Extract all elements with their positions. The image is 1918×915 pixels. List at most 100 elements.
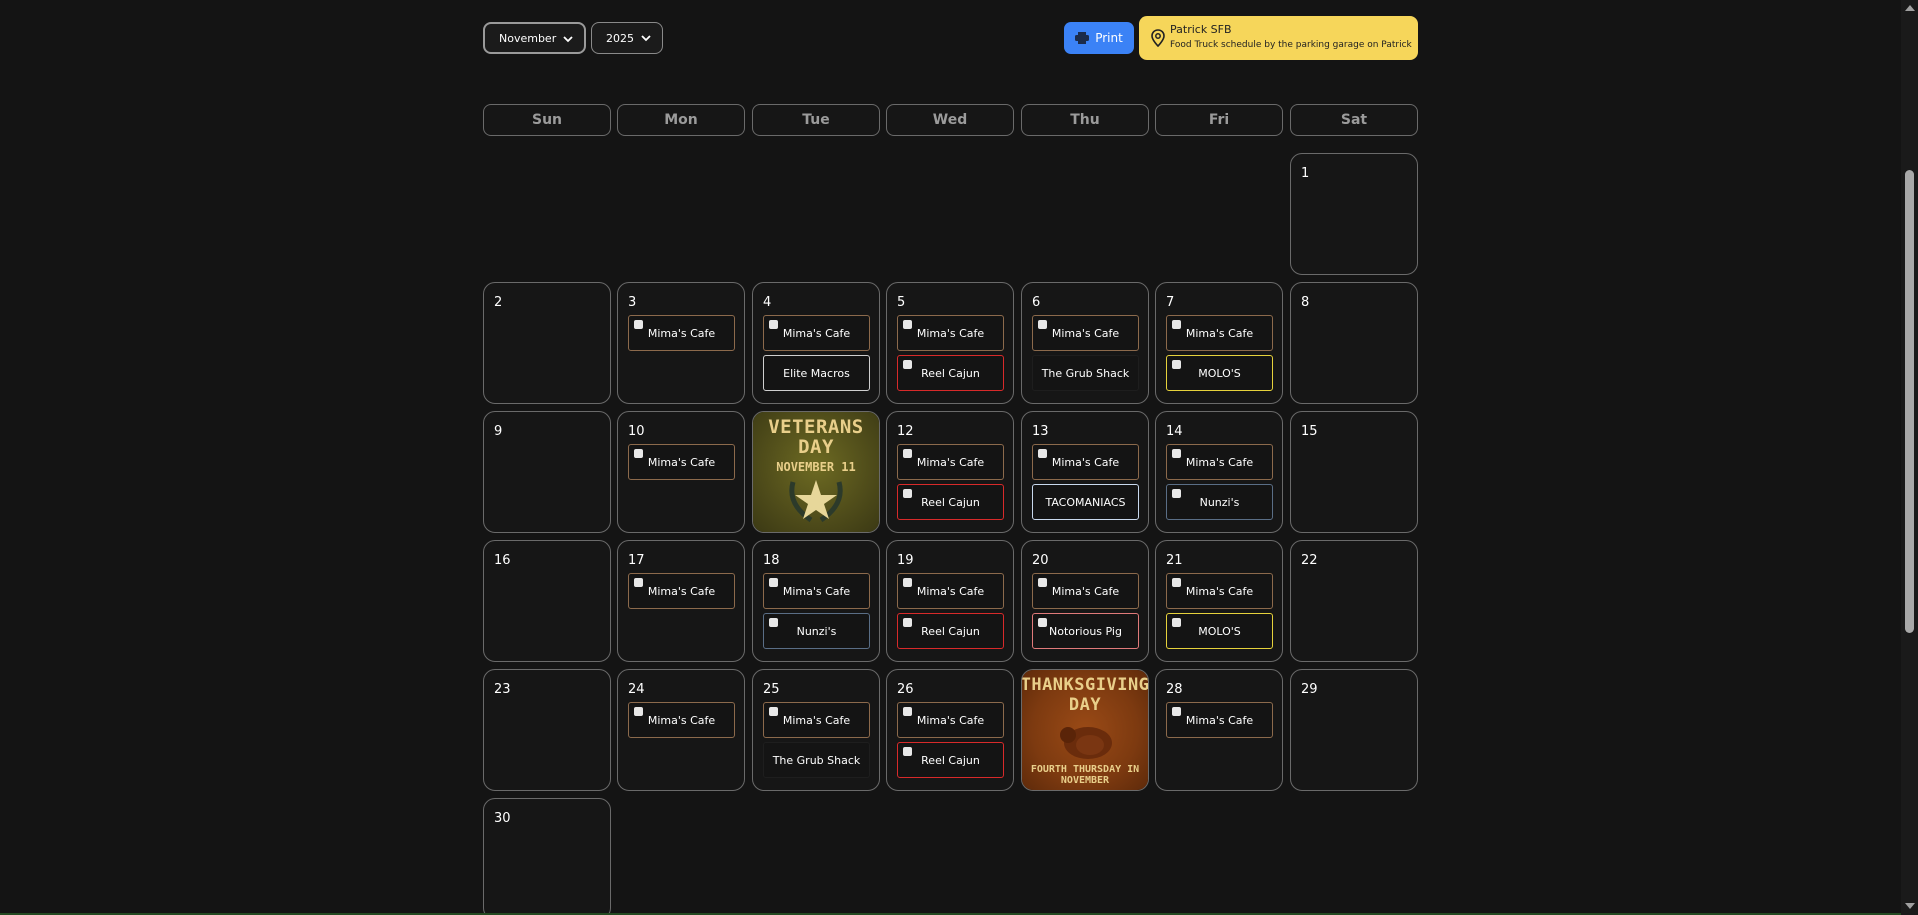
day-cell[interactable]: THANKSGIVING DAY FOURTH THURSDAY IN NOVEMB… [1021, 669, 1149, 791]
event-tag-icon [903, 747, 912, 756]
day-cell[interactable]: 24 Mima's Cafe [617, 669, 745, 791]
day-cell[interactable]: 12 Mima's Cafe Reel Cajun [886, 411, 1014, 533]
food-truck-event[interactable]: Mima's Cafe [1032, 315, 1139, 351]
day-cell[interactable]: 26 Mima's Cafe Reel Cajun [886, 669, 1014, 791]
event-tag-icon [1038, 320, 1047, 329]
food-truck-event[interactable]: Mima's Cafe [1166, 573, 1273, 609]
year-select[interactable]: 2025 [591, 22, 663, 54]
day-cell[interactable]: 9 [483, 411, 611, 533]
day-number: 9 [494, 424, 503, 439]
event-tag-icon [1172, 707, 1181, 716]
day-cell[interactable]: 8 [1290, 282, 1418, 404]
event-tag-icon [634, 707, 643, 716]
event-label: Mima's Cafe [1051, 326, 1120, 340]
food-truck-event[interactable]: Mima's Cafe [897, 315, 1004, 351]
day-cell[interactable]: 28 Mima's Cafe [1155, 669, 1283, 791]
event-label: Nunzi's [1199, 495, 1240, 509]
day-cell[interactable]: 18 Mima's Cafe Nunzi's [752, 540, 880, 662]
day-cell[interactable]: VETERANS DAY NOVEMBER 11 [752, 411, 880, 533]
day-number: 28 [1166, 682, 1183, 697]
day-cell[interactable]: 5 Mima's Cafe Reel Cajun [886, 282, 1014, 404]
year-select-value: 2025 [606, 31, 634, 45]
day-number: 13 [1032, 424, 1049, 439]
food-truck-event[interactable]: Mima's Cafe [897, 444, 1004, 480]
food-truck-event[interactable]: Reel Cajun [897, 613, 1004, 649]
food-truck-event[interactable]: Elite Macros [763, 355, 870, 391]
day-cell[interactable]: 3 Mima's Cafe [617, 282, 745, 404]
day-number: 26 [897, 682, 914, 697]
food-truck-event[interactable]: Mima's Cafe [628, 315, 735, 351]
food-truck-event[interactable]: Mima's Cafe [763, 702, 870, 738]
day-number: 20 [1032, 553, 1049, 568]
month-select[interactable]: November [483, 22, 586, 54]
day-number: 17 [628, 553, 645, 568]
day-cell[interactable]: 14 Mima's Cafe Nunzi's [1155, 411, 1283, 533]
event-tag-icon [634, 578, 643, 587]
print-button[interactable]: Print [1064, 22, 1134, 54]
day-cell[interactable]: 23 [483, 669, 611, 791]
day-cell[interactable]: 1 [1290, 153, 1418, 275]
day-cell[interactable]: 10 Mima's Cafe [617, 411, 745, 533]
food-truck-event[interactable]: Mima's Cafe [1166, 315, 1273, 351]
day-number: 8 [1301, 295, 1310, 310]
day-number: 30 [494, 811, 511, 826]
day-number: 2 [494, 295, 503, 310]
food-truck-event[interactable]: Mima's Cafe [1032, 444, 1139, 480]
food-truck-event[interactable]: Mima's Cafe [1166, 444, 1273, 480]
food-truck-event[interactable]: Nunzi's [1166, 484, 1273, 520]
food-truck-event[interactable]: Reel Cajun [897, 484, 1004, 520]
page-scrollbar[interactable] [1901, 0, 1918, 915]
event-label: Elite Macros [783, 366, 850, 380]
scroll-up-arrow-icon[interactable] [1905, 5, 1915, 11]
food-truck-event[interactable]: Reel Cajun [897, 355, 1004, 391]
day-cell[interactable]: 25 Mima's Cafe The Grub Shack [752, 669, 880, 791]
food-truck-event[interactable]: Mima's Cafe [628, 573, 735, 609]
event-tag-icon [1172, 618, 1181, 627]
food-truck-event[interactable]: The Grub Shack [763, 742, 870, 778]
event-tag-icon [1038, 449, 1047, 458]
food-truck-event[interactable]: Mima's Cafe [628, 702, 735, 738]
event-tag-icon [769, 707, 778, 716]
food-truck-event[interactable]: Mima's Cafe [897, 573, 1004, 609]
day-number: 10 [628, 424, 645, 439]
food-truck-event[interactable]: TACOMANIACS [1032, 484, 1139, 520]
day-cell[interactable]: 4 Mima's Cafe Elite Macros [752, 282, 880, 404]
food-truck-event[interactable]: Nunzi's [763, 613, 870, 649]
day-number: 12 [897, 424, 914, 439]
day-cell[interactable]: 21 Mima's Cafe MOLO'S [1155, 540, 1283, 662]
day-cell[interactable]: 7 Mima's Cafe MOLO'S [1155, 282, 1283, 404]
day-cell[interactable]: 13 Mima's Cafe TACOMANIACS [1021, 411, 1149, 533]
event-tag-icon [1172, 320, 1181, 329]
food-truck-event[interactable]: Notorious Pig [1032, 613, 1139, 649]
weekday-header-tue: Tue [752, 104, 880, 136]
day-cell[interactable]: 19 Mima's Cafe Reel Cajun [886, 540, 1014, 662]
food-truck-event[interactable]: Mima's Cafe [1166, 702, 1273, 738]
food-truck-event[interactable]: Mima's Cafe [763, 573, 870, 609]
day-cell[interactable]: 30 [483, 798, 611, 915]
food-truck-event[interactable]: Mima's Cafe [763, 315, 870, 351]
food-truck-event[interactable]: Mima's Cafe [897, 702, 1004, 738]
scrollbar-thumb[interactable] [1905, 170, 1914, 633]
day-cell[interactable]: 29 [1290, 669, 1418, 791]
event-tag-icon [1038, 618, 1047, 627]
event-tag-icon [1172, 449, 1181, 458]
day-number: 3 [628, 295, 637, 310]
food-truck-event[interactable]: MOLO'S [1166, 613, 1273, 649]
day-number: 5 [897, 295, 906, 310]
event-label: Mima's Cafe [916, 584, 985, 598]
food-truck-event[interactable]: The Grub Shack [1032, 355, 1139, 391]
day-cell[interactable]: 6 Mima's Cafe The Grub Shack [1021, 282, 1149, 404]
scroll-down-arrow-icon[interactable] [1905, 903, 1915, 909]
day-cell[interactable]: 22 [1290, 540, 1418, 662]
food-truck-event[interactable]: Mima's Cafe [628, 444, 735, 480]
event-tag-icon [1038, 578, 1047, 587]
food-truck-event[interactable]: MOLO'S [1166, 355, 1273, 391]
food-truck-event[interactable]: Reel Cajun [897, 742, 1004, 778]
day-cell[interactable]: 2 [483, 282, 611, 404]
star-wreath-icon [789, 480, 843, 523]
day-cell[interactable]: 20 Mima's Cafe Notorious Pig [1021, 540, 1149, 662]
day-cell[interactable]: 15 [1290, 411, 1418, 533]
day-cell[interactable]: 17 Mima's Cafe [617, 540, 745, 662]
day-cell[interactable]: 16 [483, 540, 611, 662]
food-truck-event[interactable]: Mima's Cafe [1032, 573, 1139, 609]
